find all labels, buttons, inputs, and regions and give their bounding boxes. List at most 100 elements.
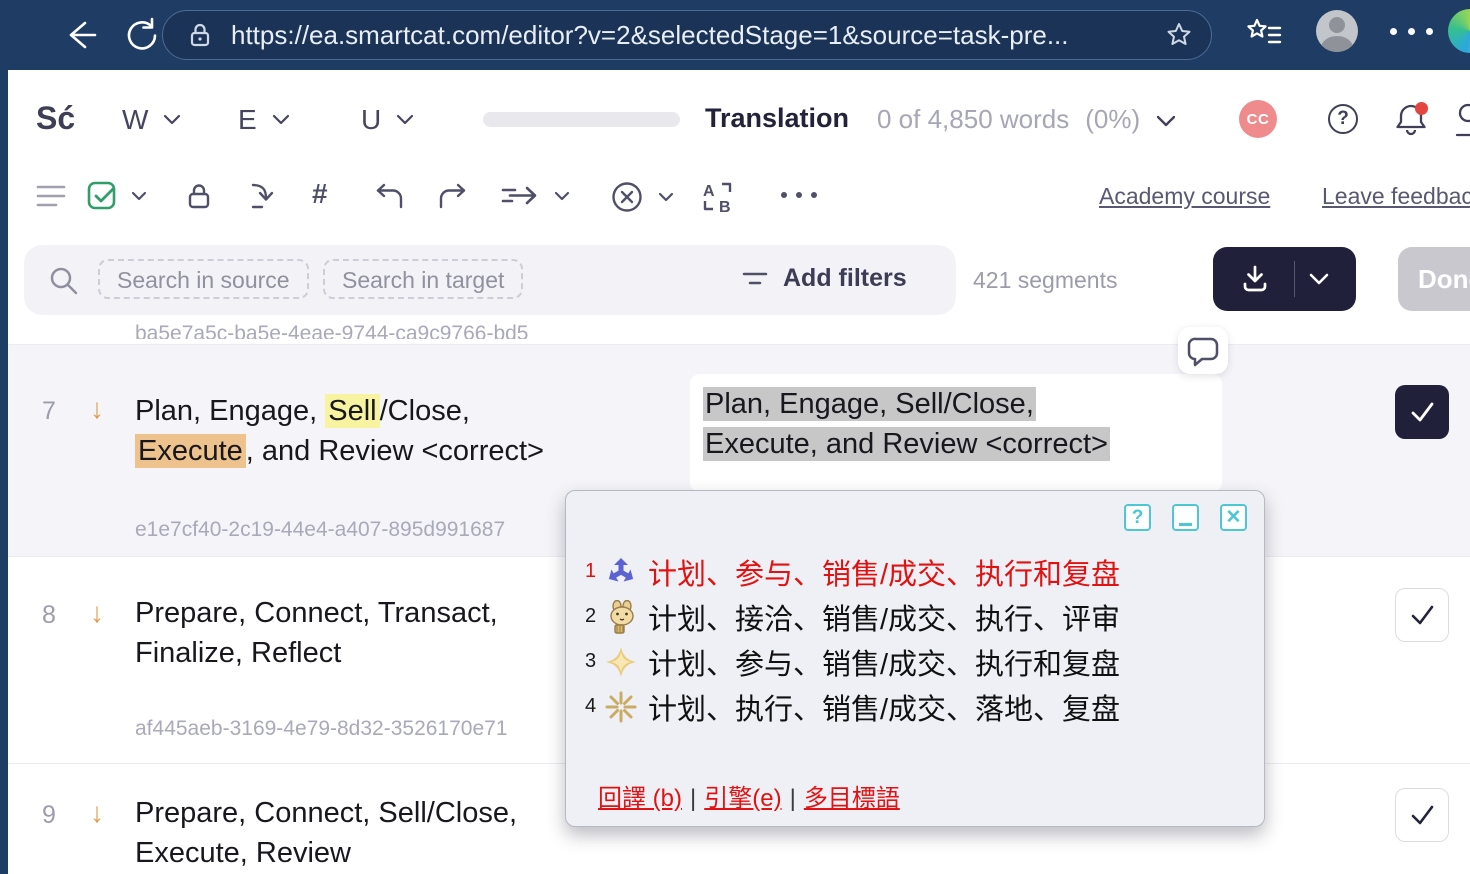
circle-x-icon [610, 180, 644, 214]
confirm-segment-button[interactable] [86, 180, 147, 212]
browser-logo-icon[interactable] [1448, 9, 1470, 53]
comment-bubble-button[interactable] [1178, 327, 1228, 374]
check-icon [1407, 800, 1437, 830]
help-icon[interactable]: ? [1328, 104, 1358, 134]
target-text-selected: Plan, Engage, Sell/Close, Execute, and R… [703, 384, 1208, 464]
browser-refresh-icon[interactable] [118, 13, 162, 57]
chevron-down-icon [131, 191, 147, 202]
chevron-down-icon [396, 114, 414, 126]
popup-close-button[interactable]: ✕ [1220, 504, 1247, 531]
more-options-icon[interactable] [781, 192, 817, 198]
minimize-icon [1179, 523, 1192, 526]
gold-sparkle-engine-icon [604, 645, 638, 679]
download-options-chevron-icon[interactable] [1309, 273, 1329, 286]
blue-pinwheel-engine-icon [604, 555, 638, 589]
gold-starburst-engine-icon [604, 690, 638, 724]
check-icon [1407, 397, 1437, 427]
filter-icon [742, 268, 768, 290]
download-button[interactable] [1213, 247, 1356, 311]
segment-id: e1e7cf40-2c19-44e4-a407-895d991687 [135, 518, 505, 542]
menu-workspace[interactable]: W [122, 104, 181, 136]
browser-menu-dots-icon[interactable] [1390, 28, 1433, 35]
back-translate-link[interactable]: 回譯 (b) [598, 785, 682, 812]
segment-number-icon[interactable]: # [312, 178, 328, 210]
stage-name: Translation [705, 103, 849, 134]
confirm-checkbox-segment-7[interactable] [1395, 385, 1449, 439]
popup-footer-links: 回譯 (b)|引擎(e)|多目標語 [598, 778, 900, 813]
doge-engine-icon [604, 600, 638, 634]
source-cell[interactable]: Plan, Engage, Sell/Close, Execute, and R… [135, 391, 643, 471]
word-count-dropdown[interactable]: 0 of 4,850 words (0%) [877, 104, 1176, 135]
search-icon [48, 265, 80, 297]
suggestion-row-2[interactable]: 2 计划、接洽、销售/成交、执行、评审 [585, 594, 1120, 639]
suggestion-row-1[interactable]: 1 计划、参与、销售/成交、执行和复盘 [585, 549, 1120, 594]
arrow-right-icon [500, 182, 540, 210]
browser-back-icon[interactable] [60, 13, 104, 57]
menu-editor[interactable]: E [238, 104, 290, 136]
highlighted-term-execute: Execute [135, 434, 246, 468]
svg-text:A: A [703, 183, 715, 200]
chevron-down-icon [658, 192, 674, 203]
popup-help-button[interactable]: ? [1124, 504, 1151, 531]
word-count: 0 of 4,850 words [877, 104, 1069, 135]
percent-complete: (0%) [1085, 104, 1140, 135]
confirm-checkbox-segment-8[interactable] [1395, 588, 1449, 642]
segment-direction-arrow-icon: ↓ [90, 393, 104, 425]
url-text: https://ea.smartcat.com/editor?v=2&selec… [231, 20, 1151, 51]
svg-text:B: B [719, 199, 731, 215]
button-divider [1294, 261, 1295, 297]
translation-popup: ? ✕ 1 计划、参与、销售/成交、执行和复盘 2 [565, 490, 1265, 827]
highlighted-term-sell: Sell [325, 394, 379, 428]
search-target-input[interactable]: Search in target [323, 259, 523, 299]
target-cell[interactable]: Plan, Engage, Sell/Close, Execute, and R… [690, 374, 1222, 492]
segment-list-icon[interactable] [36, 184, 68, 210]
leave-feedback-link[interactable]: Leave feedback [1322, 183, 1470, 210]
search-source-input[interactable]: Search in source [98, 259, 309, 299]
chevron-down-icon [1156, 115, 1176, 128]
engines-link[interactable]: 引擎(e) [704, 785, 781, 812]
user-avatar[interactable]: CC [1239, 100, 1277, 138]
segment-id: af445aeb-3169-4e79-8d32-3526170e71 [135, 717, 508, 741]
previous-segment-id-clipped: ba5e7a5c-ba5e-4eae-9744-ca9c9766-bd5 [135, 322, 755, 339]
chevron-down-icon [163, 114, 181, 126]
browser-profile-avatar[interactable] [1316, 10, 1358, 52]
smartcat-logo: Sć [36, 100, 75, 137]
add-filters-button[interactable]: Add filters [783, 264, 907, 293]
segment-direction-arrow-icon: ↓ [90, 597, 104, 629]
academy-course-link[interactable]: Academy course [1099, 183, 1270, 210]
suggestion-row-3[interactable]: 3 计划、参与、销售/成交、执行和复盘 [585, 639, 1120, 684]
redo-icon[interactable] [436, 181, 468, 213]
done-button[interactable]: Done [1398, 247, 1470, 311]
check-icon [1407, 600, 1437, 630]
notifications-bell-icon[interactable] [1392, 100, 1430, 138]
smartcat-editor-window: https://ea.smartcat.com/editor?v=2&selec… [0, 0, 1470, 874]
chevron-down-icon [272, 114, 290, 126]
lock-segment-icon[interactable] [183, 180, 215, 212]
multi-target-link[interactable]: 多目標語 [804, 785, 900, 812]
comment-icon [1186, 335, 1220, 367]
segment-direction-arrow-icon: ↓ [90, 797, 104, 829]
bookmark-star-icon[interactable] [1165, 21, 1193, 49]
undo-icon[interactable] [374, 181, 406, 213]
confirm-checkbox-segment-9[interactable] [1395, 788, 1449, 842]
download-icon [1238, 262, 1272, 296]
popup-minimize-button[interactable] [1172, 504, 1199, 531]
propagate-translation-button[interactable] [500, 182, 570, 210]
segment-number: 9 [42, 801, 56, 830]
favorites-list-icon[interactable] [1243, 14, 1285, 56]
machine-translate-icon[interactable]: A B [700, 179, 736, 215]
sign-in-person-icon[interactable] [1452, 102, 1470, 138]
window-edge-strip [0, 70, 8, 874]
menu-user[interactable]: U [361, 104, 414, 136]
clear-segment-button[interactable] [610, 180, 674, 214]
chevron-down-icon [554, 191, 570, 202]
segment-number: 7 [42, 397, 56, 426]
segment-number: 8 [42, 601, 56, 630]
segments-count: 421 segments [973, 267, 1117, 294]
stage-progress-bar [483, 112, 680, 127]
address-bar[interactable]: https://ea.smartcat.com/editor?v=2&selec… [162, 10, 1212, 60]
suggestion-row-4[interactable]: 4 计划、执行、销售/成交、落地、复盘 [585, 684, 1120, 729]
goto-segment-icon[interactable] [246, 180, 280, 214]
confirm-check-icon [86, 180, 118, 212]
suggestion-list: 1 计划、参与、销售/成交、执行和复盘 2 [585, 549, 1120, 729]
